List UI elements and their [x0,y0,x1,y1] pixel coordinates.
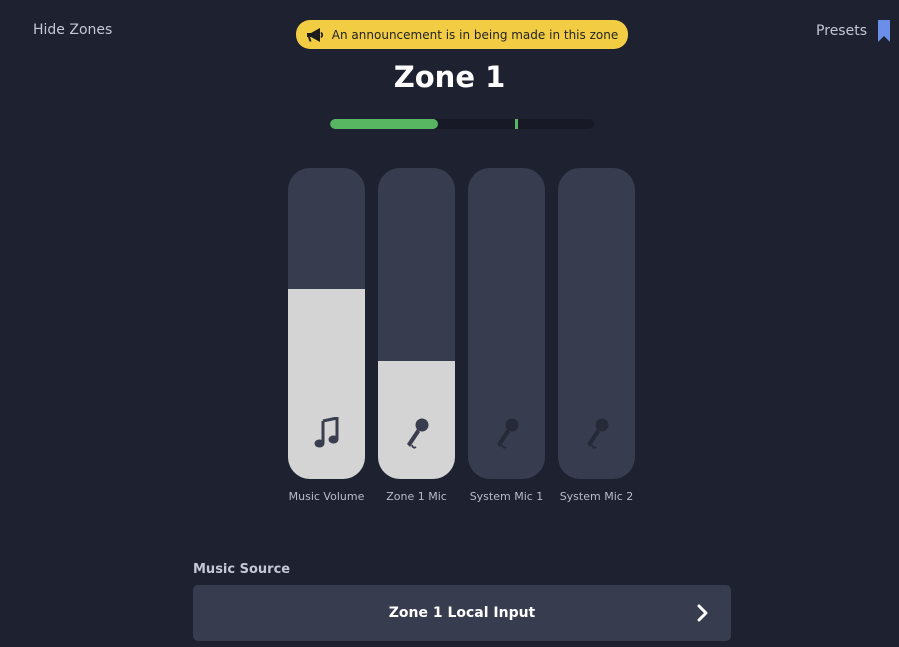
slider-zone-1-mic: Zone 1 Mic [378,168,455,503]
announcement-banner: An announcement is in being made in this… [296,20,628,49]
slider-system-mic-2: System Mic 2 [558,168,635,503]
microphone-icon [406,418,428,449]
presets-label: Presets [816,23,867,39]
level-meter-fill [330,119,439,129]
music-source-value: Zone 1 Local Input [388,605,536,621]
music-note-icon [314,417,338,448]
presets-button[interactable]: Presets [816,19,891,43]
microphone-icon [586,418,608,449]
microphone-icon [496,418,518,449]
megaphone-icon [306,27,323,42]
level-meter-peak [514,119,518,129]
slider-track[interactable] [558,168,635,479]
slider-track[interactable] [468,168,545,479]
level-meter [330,119,594,129]
slider-system-mic-1: System Mic 1 [468,168,545,503]
slider-label: System Mic 2 [559,490,634,503]
bookmark-icon [878,20,890,42]
slider-track[interactable] [378,168,455,479]
chevron-right-icon [697,604,708,622]
slider-fill [288,289,365,479]
slider-track[interactable] [288,168,365,479]
music-source-select[interactable]: Zone 1 Local Input [193,585,731,641]
slider-label: Zone 1 Mic [386,490,447,503]
slider-music-volume: Music Volume [288,168,365,503]
slider-label: Music Volume [288,490,365,503]
hide-zones-button[interactable]: Hide Zones [33,22,112,38]
slider-label: System Mic 1 [469,490,544,503]
music-source-label: Music Source [193,562,291,577]
announcement-text: An announcement is in being made in this… [331,27,619,42]
zone-title: Zone 1 [393,60,506,94]
slider-group: Music Volume Zone 1 Mic System Mic 1 Sys… [288,168,635,503]
